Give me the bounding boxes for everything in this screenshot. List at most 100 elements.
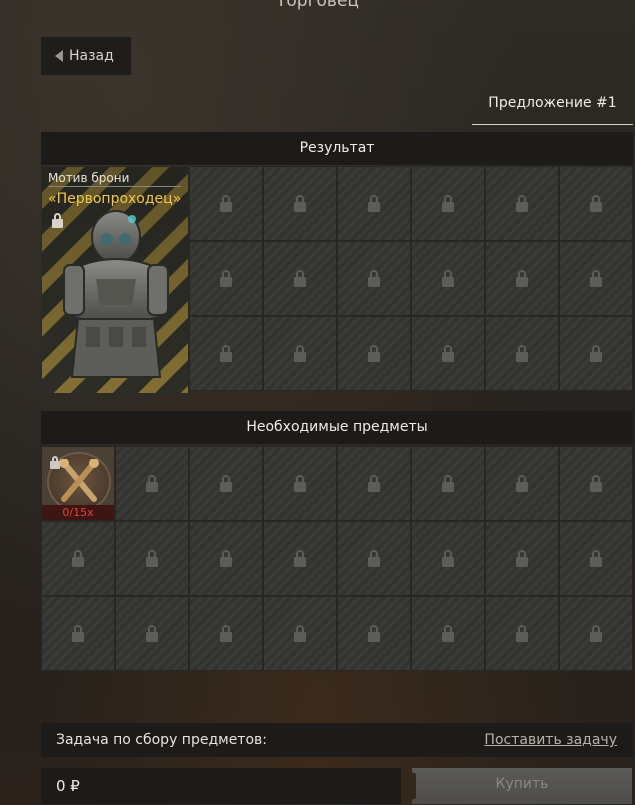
armor-suit-icon — [63, 210, 169, 378]
crossed-tools-icon — [59, 459, 99, 502]
locked-slot — [411, 596, 485, 671]
lock-icon — [220, 269, 232, 287]
lock-icon — [72, 549, 84, 567]
locked-slot — [263, 521, 337, 596]
locked-slot — [263, 596, 337, 671]
locked-slot — [559, 596, 633, 671]
locked-slot — [115, 596, 189, 671]
locked-slot — [559, 316, 633, 391]
locked-slot — [41, 521, 115, 596]
required-item-count: 0/15x — [42, 505, 114, 520]
price-display: 0 ₽ — [41, 768, 401, 804]
lock-icon — [368, 194, 380, 212]
lock-icon — [294, 344, 306, 362]
locked-slot — [263, 446, 337, 521]
locked-slot — [559, 241, 633, 316]
lock-icon — [220, 624, 232, 642]
lock-icon — [368, 624, 380, 642]
lock-icon — [590, 269, 602, 287]
locked-slot — [189, 596, 263, 671]
lock-icon — [516, 269, 528, 287]
locked-slot — [411, 521, 485, 596]
lock-icon — [368, 344, 380, 362]
locked-slot — [337, 316, 411, 391]
lock-icon — [146, 549, 158, 567]
lock-icon — [294, 474, 306, 492]
lock-icon — [590, 194, 602, 212]
lock-icon — [442, 474, 454, 492]
window-title: Торговец — [276, 0, 359, 11]
locked-slot — [485, 596, 559, 671]
locked-slot — [559, 446, 633, 521]
locked-slot — [485, 316, 559, 391]
required-item-slot[interactable]: 0/15x — [41, 446, 115, 521]
locked-slot — [411, 166, 485, 241]
locked-slot — [189, 446, 263, 521]
locked-slot — [485, 521, 559, 596]
lock-icon — [294, 194, 306, 212]
lock-icon — [294, 269, 306, 287]
locked-slot — [485, 166, 559, 241]
result-header: Результат — [41, 132, 633, 165]
buy-button[interactable]: Купить — [412, 768, 632, 804]
lock-icon — [442, 269, 454, 287]
lock-icon — [590, 474, 602, 492]
lock-icon — [368, 474, 380, 492]
lock-icon — [590, 344, 602, 362]
locked-slot — [337, 241, 411, 316]
lock-icon — [50, 456, 60, 469]
collection-task-bar: Задача по сбору предметов: Поставить зад… — [41, 723, 633, 757]
locked-slot — [263, 241, 337, 316]
locked-slot — [263, 166, 337, 241]
lock-icon — [294, 624, 306, 642]
back-button[interactable]: Назад — [41, 37, 131, 75]
lock-icon — [516, 624, 528, 642]
locked-slot — [337, 596, 411, 671]
lock-icon — [220, 344, 232, 362]
lock-icon — [52, 213, 63, 228]
lock-icon — [220, 474, 232, 492]
locked-slot — [189, 241, 263, 316]
locked-slot — [115, 521, 189, 596]
locked-slot — [189, 166, 263, 241]
lock-icon — [146, 624, 158, 642]
lock-icon — [516, 549, 528, 567]
lock-icon — [220, 549, 232, 567]
locked-slot — [411, 446, 485, 521]
lock-icon — [442, 624, 454, 642]
lock-icon — [442, 549, 454, 567]
locked-slot — [559, 166, 633, 241]
lock-icon — [516, 344, 528, 362]
locked-slot — [337, 521, 411, 596]
locked-slot — [485, 241, 559, 316]
lock-icon — [294, 549, 306, 567]
locked-slot — [337, 166, 411, 241]
lock-icon — [368, 549, 380, 567]
locked-slot — [41, 596, 115, 671]
result-item-name: «Первопроходец» — [48, 191, 182, 207]
back-button-label: Назад — [69, 48, 114, 64]
tab-offer-1[interactable]: Предложение #1 — [472, 86, 633, 125]
locked-slot — [485, 446, 559, 521]
lock-icon — [146, 474, 158, 492]
lock-icon — [442, 344, 454, 362]
task-label: Задача по сбору предметов: — [56, 732, 267, 748]
result-item-type: Мотив брони — [48, 171, 181, 187]
locked-slot — [263, 316, 337, 391]
lock-icon — [590, 624, 602, 642]
back-arrow-icon — [55, 50, 63, 62]
set-task-link[interactable]: Поставить задачу — [484, 732, 617, 748]
lock-icon — [220, 194, 232, 212]
lock-icon — [590, 549, 602, 567]
lock-icon — [72, 624, 84, 642]
required-items-grid — [41, 446, 633, 671]
lock-icon — [442, 194, 454, 212]
locked-slot — [559, 521, 633, 596]
locked-slot — [189, 521, 263, 596]
lock-icon — [516, 474, 528, 492]
locked-slot — [337, 446, 411, 521]
locked-slot — [189, 316, 263, 391]
lock-icon — [368, 269, 380, 287]
locked-slot — [411, 316, 485, 391]
result-item-card[interactable]: Мотив брони «Первопроходец» — [41, 166, 189, 394]
